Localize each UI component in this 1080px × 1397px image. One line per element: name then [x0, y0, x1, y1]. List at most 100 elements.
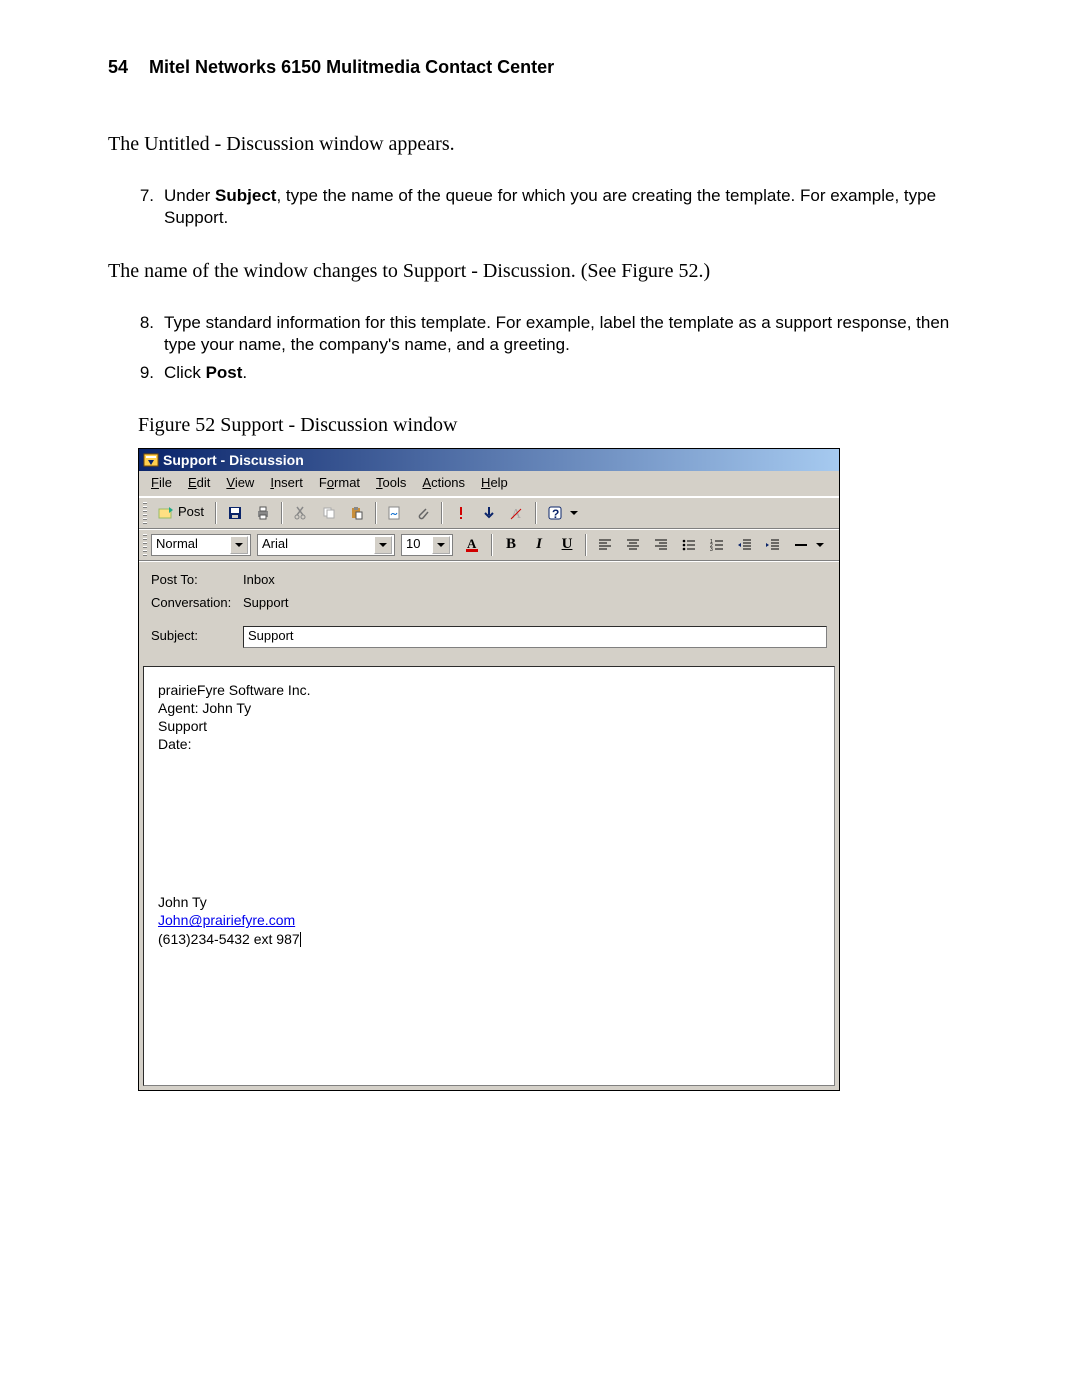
signature-icon — [387, 505, 403, 521]
signature-block: John Ty John@prairiefyre.com (613)234-54… — [158, 893, 820, 948]
svg-text:3: 3 — [710, 547, 713, 553]
text-cursor — [300, 932, 301, 947]
page-header: 54 Mitel Networks 6150 Mulitmedia Contac… — [108, 56, 972, 79]
chevron-down-icon[interactable] — [374, 536, 392, 554]
sig-name: John Ty — [158, 893, 820, 911]
subject-label: Subject: — [151, 628, 243, 645]
body-line-2: Agent: John Ty — [158, 699, 820, 717]
font-select[interactable]: Arial — [257, 534, 395, 556]
help-dropdown[interactable] — [569, 501, 579, 525]
paperclip-icon — [415, 505, 431, 521]
toolbar-grip[interactable] — [143, 502, 147, 524]
discussion-window: Support - Discussion File Edit View Inse… — [138, 448, 840, 1091]
step-8: 8. Type standard information for this te… — [108, 312, 972, 356]
menubar: File Edit View Insert Format Tools Actio… — [139, 471, 839, 497]
more-dropdown[interactable] — [815, 533, 825, 557]
paste-button[interactable] — [344, 500, 370, 526]
print-icon — [255, 505, 271, 521]
indent-button[interactable] — [760, 532, 786, 558]
menu-insert[interactable]: Insert — [264, 473, 309, 494]
save-button[interactable] — [222, 500, 248, 526]
indent-icon — [765, 537, 781, 553]
page-number: 54 — [108, 57, 128, 77]
copy-button[interactable] — [316, 500, 342, 526]
align-center-icon — [625, 537, 641, 553]
flag-button[interactable]: A — [504, 500, 530, 526]
outdent-icon — [737, 537, 753, 553]
importance-low-button[interactable] — [476, 500, 502, 526]
cut-icon — [293, 505, 309, 521]
conversation-row: Conversation: Support — [151, 595, 827, 612]
body-line-4: Date: — [158, 735, 820, 753]
font-color-button[interactable]: A — [460, 532, 486, 558]
numbering-button[interactable]: 123 — [704, 532, 730, 558]
svg-text:?: ? — [552, 507, 559, 521]
subject-input[interactable]: Support — [243, 626, 827, 648]
app-icon — [143, 452, 159, 468]
style-select[interactable]: Normal — [151, 534, 251, 556]
italic-button[interactable]: I — [526, 532, 552, 558]
titlebar[interactable]: Support - Discussion — [139, 449, 839, 471]
outdent-button[interactable] — [732, 532, 758, 558]
underline-button[interactable]: U — [554, 532, 580, 558]
post-to-row: Post To: Inbox — [151, 572, 827, 589]
attach-button[interactable] — [410, 500, 436, 526]
numbering-icon: 123 — [709, 537, 725, 553]
signature-button[interactable] — [382, 500, 408, 526]
font-color-icon: A — [464, 536, 482, 554]
help-button[interactable]: ? — [542, 500, 568, 526]
standard-toolbar: Post — [139, 497, 839, 529]
fontsize-select[interactable]: 10 — [401, 534, 453, 556]
steps-list-2: 8. Type standard information for this te… — [108, 312, 972, 384]
print-button[interactable] — [250, 500, 276, 526]
paste-icon — [349, 505, 365, 521]
body-line-1: prairieFyre Software Inc. — [158, 681, 820, 699]
importance-high-icon — [453, 505, 469, 521]
cut-button[interactable] — [288, 500, 314, 526]
bullets-icon — [681, 537, 697, 553]
conversation-value: Support — [243, 595, 289, 612]
svg-text:A: A — [467, 536, 477, 551]
chevron-down-icon[interactable] — [230, 536, 248, 554]
post-to-label: Post To: — [151, 572, 243, 589]
flag-icon: A — [509, 505, 525, 521]
doc-title: Mitel Networks 6150 Mulitmedia Contact C… — [149, 57, 554, 77]
conversation-label: Conversation: — [151, 595, 243, 612]
copy-icon — [321, 505, 337, 521]
message-headers: Post To: Inbox Conversation: Support Sub… — [139, 561, 839, 666]
menu-tools[interactable]: Tools — [370, 473, 412, 494]
subject-row: Subject: Support — [151, 626, 827, 648]
steps-list-1: 7. Under Subject, type the name of the q… — [108, 185, 972, 229]
align-center-button[interactable] — [620, 532, 646, 558]
document-page: 54 Mitel Networks 6150 Mulitmedia Contac… — [0, 0, 1080, 1291]
align-right-button[interactable] — [648, 532, 674, 558]
align-right-icon — [653, 537, 669, 553]
post-button[interactable]: Post — [151, 500, 211, 526]
importance-low-icon — [481, 505, 497, 521]
menu-view[interactable]: View — [220, 473, 260, 494]
bold-button[interactable]: B — [498, 532, 524, 558]
menu-format[interactable]: Format — [313, 473, 366, 494]
figure-caption: Figure 52 Support - Discussion window — [138, 412, 972, 438]
align-left-button[interactable] — [592, 532, 618, 558]
step-7: 7. Under Subject, type the name of the q… — [108, 185, 972, 229]
message-body-editor[interactable]: prairieFyre Software Inc. Agent: John Ty… — [143, 666, 835, 1086]
toolbar-grip[interactable] — [143, 534, 147, 556]
body-line-3: Support — [158, 717, 820, 735]
menu-help[interactable]: Help — [475, 473, 514, 494]
importance-high-button[interactable] — [448, 500, 474, 526]
menu-edit[interactable]: Edit — [182, 473, 216, 494]
chevron-down-icon[interactable] — [432, 536, 450, 554]
menu-actions[interactable]: Actions — [416, 473, 471, 494]
formatting-toolbar: Normal Arial 10 A B I U 123 — [139, 529, 839, 561]
hr-button[interactable] — [788, 532, 814, 558]
bullets-button[interactable] — [676, 532, 702, 558]
menu-file[interactable]: File — [145, 473, 178, 494]
help-icon: ? — [547, 505, 563, 521]
post-to-value: Inbox — [243, 572, 275, 589]
save-icon — [227, 505, 243, 521]
intro-paragraph: The Untitled - Discussion window appears… — [108, 131, 972, 157]
hr-icon — [793, 537, 809, 553]
sig-email-link[interactable]: John@prairiefyre.com — [158, 912, 295, 928]
sig-phone: (613)234-5432 ext 987 — [158, 931, 300, 947]
